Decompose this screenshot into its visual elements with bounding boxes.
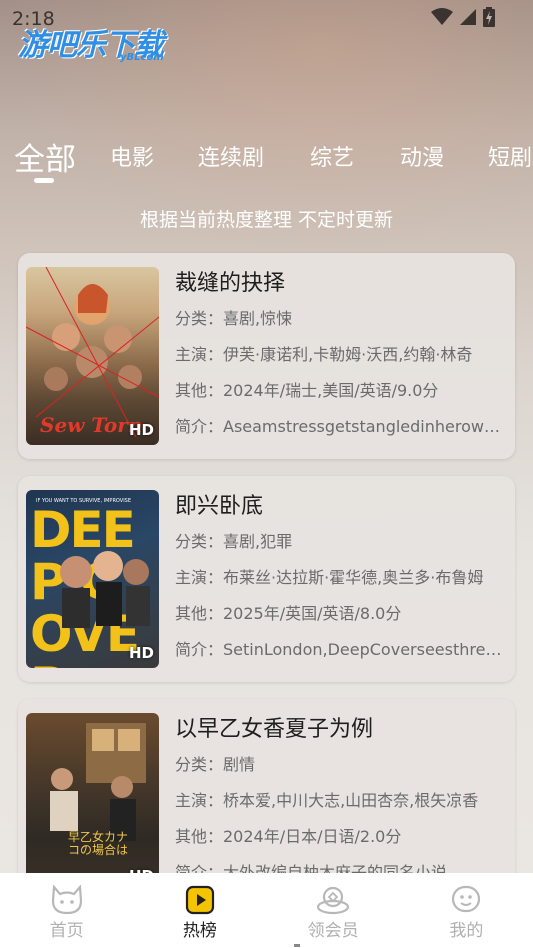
nav-vip[interactable]: 领会员 — [267, 873, 400, 948]
nav-mine[interactable]: 我的 — [400, 873, 533, 948]
nav-hot[interactable]: 热榜 — [133, 873, 266, 948]
movie-genre: 分类：剧情 — [175, 755, 256, 774]
nav-vip-label: 领会员 — [307, 921, 359, 941]
tab-short-drama[interactable]: 短剧 — [488, 140, 532, 172]
watermark-logo: 游吧乐下载 yBLcom — [18, 20, 188, 66]
cat-face-icon — [51, 885, 82, 915]
ranking-subtitle: 根据当前热度整理 不定时更新 — [139, 209, 394, 231]
movie-info: 以早乙女香夏子为例 分类：剧情 主演：桥本爱,中川大志,山田杏奈,根矢凉香 其他… — [175, 713, 505, 891]
home-indicator — [294, 944, 300, 947]
movie-card[interactable]: Sew Torn HD 裁缝的抉择 分类：喜剧,惊悚 主演：伊芙·康诺利,卡勒姆… — [18, 253, 515, 459]
bottom-nav: 首页 热榜 领会员 我的 — [0, 873, 533, 948]
nav-home[interactable]: 首页 — [0, 873, 133, 948]
poster-art — [60, 551, 150, 628]
poster-title: Sew Torn — [40, 413, 143, 437]
smile-face-icon — [452, 885, 481, 913]
tab-movie[interactable]: 电影 — [110, 140, 154, 172]
tab-all[interactable]: 全部 — [14, 134, 76, 179]
movie-card[interactable]: IF YOU WANT TO SURVIVE, IMPROVISE DEEP C… — [18, 476, 515, 682]
movie-poster[interactable]: Sew Torn HD — [26, 267, 159, 445]
movie-info: 即兴卧底 分类：喜剧,犯罪 主演：布莱丝·达拉斯·霍华德,奥兰多·布鲁姆 其他：… — [175, 490, 505, 668]
watermark-domain: yBLcom — [120, 52, 164, 63]
movie-intro: 简介：Aseamstressgetstangledinherownthreads — [175, 417, 505, 436]
movie-cast: 主演：布莱丝·达拉斯·霍华德,奥兰多·布鲁姆 — [175, 568, 484, 587]
poster-title: 早乙女カナコの場合は — [68, 830, 129, 857]
movie-genre: 分类：喜剧,犯罪 — [175, 532, 293, 551]
movie-cast: 主演：伊芙·康诺利,卡勒姆·沃西,约翰·林奇 — [175, 345, 473, 364]
hd-badge: HD — [128, 421, 154, 439]
tab-series[interactable]: 连续剧 — [198, 140, 264, 172]
nav-mine-label: 我的 — [449, 921, 484, 941]
movie-other: 其他：2024年/日本/日语/2.0分 — [175, 827, 402, 846]
play-square-icon — [185, 885, 214, 915]
signal-icon — [460, 9, 476, 25]
tab-variety[interactable]: 综艺 — [310, 140, 354, 172]
movie-info: 裁缝的抉择 分类：喜剧,惊悚 主演：伊芙·康诺利,卡勒姆·沃西,约翰·林奇 其他… — [175, 267, 505, 445]
hd-badge: HD — [128, 644, 154, 662]
movie-intro: 简介：SetinLondon,DeepCoverseesthreeimprov — [175, 640, 505, 659]
movie-title: 即兴卧底 — [175, 494, 264, 519]
wifi-icon — [431, 8, 453, 25]
movie-cast: 主演：桥本爱,中川大志,山田杏奈,根矢凉香 — [175, 791, 479, 810]
tab-indicator — [34, 178, 54, 183]
movie-poster[interactable]: 早乙女カナコの場合は HD — [26, 713, 159, 891]
status-icons — [431, 7, 495, 27]
movie-genre: 分类：喜剧,惊悚 — [175, 309, 293, 328]
nav-hot-label: 热榜 — [182, 921, 217, 941]
category-tabs: 全部 电影 连续剧 综艺 动漫 短剧 — [0, 130, 533, 190]
poster-art — [50, 723, 146, 841]
movie-other: 其他：2024年/瑞士,美国/英语/9.0分 — [175, 381, 439, 400]
movie-other: 其他：2025年/英国/英语/8.0分 — [175, 604, 402, 623]
vip-crown-icon — [317, 886, 350, 915]
battery-icon — [483, 7, 495, 27]
movie-title: 裁缝的抉择 — [175, 271, 286, 296]
movie-poster[interactable]: IF YOU WANT TO SURVIVE, IMPROVISE DEEP C… — [26, 490, 159, 668]
nav-home-label: 首页 — [49, 921, 84, 941]
tab-anime[interactable]: 动漫 — [400, 140, 444, 172]
movie-title: 以早乙女香夏子为例 — [175, 717, 374, 742]
